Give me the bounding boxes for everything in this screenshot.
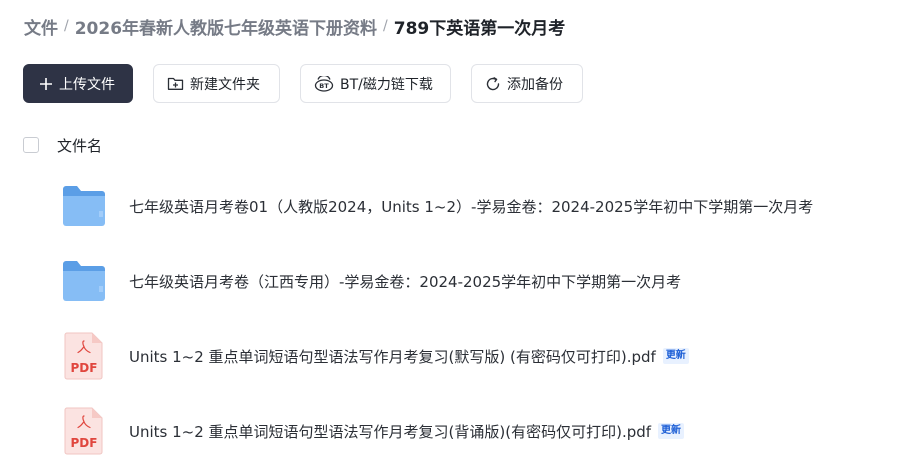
file-row[interactable]: PDF Units 1~2 重点单词短语句型语法写作月考复习(背诵版)(有密码仅… bbox=[60, 407, 685, 455]
new-folder-button-label: 新建文件夹 bbox=[190, 76, 260, 93]
folder-icon bbox=[60, 182, 108, 230]
breadcrumb-root[interactable]: 文件 bbox=[24, 14, 58, 39]
bt-download-button[interactable]: BT BT/磁力链下载 bbox=[300, 64, 451, 103]
add-backup-button[interactable]: 添加备份 bbox=[471, 64, 583, 103]
breadcrumb-separator: / bbox=[383, 18, 388, 34]
pdf-icon: PDF bbox=[60, 332, 108, 380]
breadcrumb: 文件 / 2026年春新人教版七年级英语下册资料 / 789下英语第一次月考 bbox=[24, 12, 565, 40]
updated-badge: 更新 bbox=[658, 423, 685, 439]
folder-icon bbox=[60, 257, 108, 305]
file-row[interactable]: 七年级英语月考卷（江西专用）-学易金卷：2024-2025学年初中下学期第一次月… bbox=[60, 257, 681, 305]
column-filename: 文件名 bbox=[57, 136, 103, 155]
file-name[interactable]: Units 1~2 重点单词短语句型语法写作月考复习(默写版) (有密码仅可打印… bbox=[129, 346, 656, 367]
add-backup-button-label: 添加备份 bbox=[507, 76, 563, 93]
file-name[interactable]: 七年级英语月考卷01（人教版2024，Units 1~2）-学易金卷：2024-… bbox=[129, 196, 813, 217]
pdf-icon-label: PDF bbox=[71, 436, 98, 450]
breadcrumb-parent-folder[interactable]: 2026年春新人教版七年级英语下册资料 bbox=[75, 14, 377, 39]
refresh-icon bbox=[485, 76, 501, 92]
breadcrumb-separator: / bbox=[64, 18, 69, 34]
file-name[interactable]: 七年级英语月考卷（江西专用）-学易金卷：2024-2025学年初中下学期第一次月… bbox=[129, 271, 681, 292]
pdf-icon-label: PDF bbox=[71, 361, 98, 375]
select-all-checkbox[interactable] bbox=[23, 137, 39, 153]
toolbar: 上传文件 新建文件夹 BT BT/磁力链下载 添加备份 bbox=[23, 64, 603, 103]
svg-text:BT: BT bbox=[319, 82, 329, 90]
bt-magnet-icon: BT bbox=[314, 75, 334, 92]
updated-badge: 更新 bbox=[662, 348, 689, 364]
upload-button[interactable]: 上传文件 bbox=[23, 64, 133, 103]
file-list-header: 文件名 bbox=[23, 134, 102, 156]
file-row[interactable]: PDF Units 1~2 重点单词短语句型语法写作月考复习(默写版) (有密码… bbox=[60, 332, 689, 380]
upload-button-label: 上传文件 bbox=[59, 76, 115, 93]
pdf-icon: PDF bbox=[60, 407, 108, 455]
breadcrumb-current-folder: 789下英语第一次月考 bbox=[393, 18, 566, 39]
bt-download-button-label: BT/磁力链下载 bbox=[340, 76, 433, 93]
new-folder-button[interactable]: 新建文件夹 bbox=[153, 64, 280, 103]
plus-icon bbox=[39, 77, 53, 91]
add-folder-icon bbox=[167, 76, 184, 91]
file-name[interactable]: Units 1~2 重点单词短语句型语法写作月考复习(背诵版)(有密码仅可打印)… bbox=[129, 421, 651, 442]
file-row[interactable]: 七年级英语月考卷01（人教版2024，Units 1~2）-学易金卷：2024-… bbox=[60, 182, 813, 230]
